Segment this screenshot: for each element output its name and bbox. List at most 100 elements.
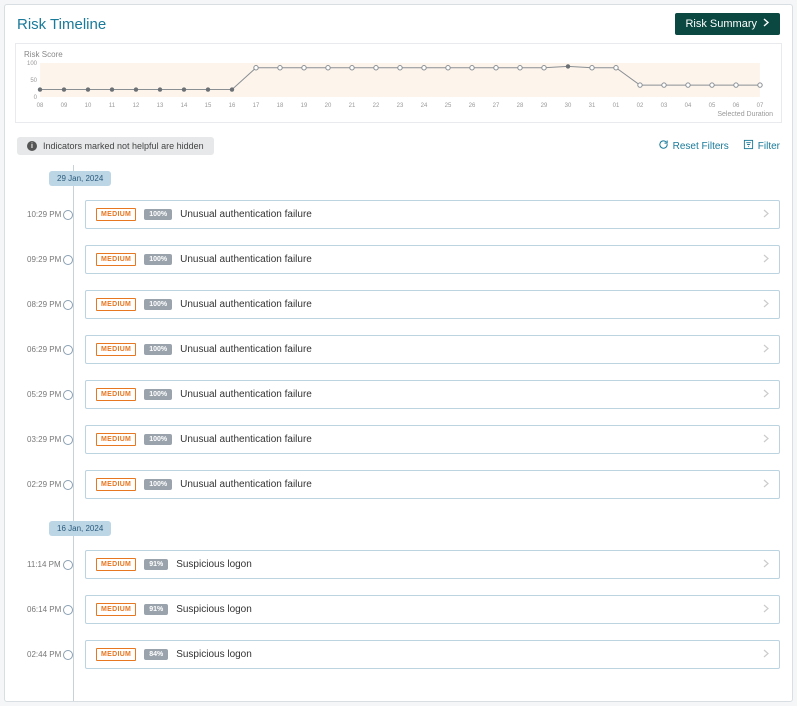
percent-badge: 100% <box>144 209 172 220</box>
svg-text:05: 05 <box>709 103 716 109</box>
event-card[interactable]: MEDIUM 100% Unusual authentication failu… <box>85 425 780 454</box>
percent-badge: 100% <box>144 254 172 265</box>
event-title: Unusual authentication failure <box>180 299 755 310</box>
svg-text:04: 04 <box>685 103 692 109</box>
event-row: 10:29 PM MEDIUM 100% Unusual authenticat… <box>27 200 780 229</box>
reset-filters-button[interactable]: Reset Filters <box>658 139 729 153</box>
chevron-right-icon <box>763 344 769 356</box>
svg-text:23: 23 <box>397 103 404 109</box>
svg-text:0: 0 <box>34 95 38 101</box>
chevron-right-icon <box>763 209 769 221</box>
timeline-dot <box>63 435 73 445</box>
severity-badge: MEDIUM <box>96 433 136 446</box>
page-title: Risk Timeline <box>17 16 106 33</box>
reset-filters-label: Reset Filters <box>673 141 729 152</box>
filter-button[interactable]: Filter <box>743 139 780 153</box>
timeline-dot <box>63 210 73 220</box>
event-card[interactable]: MEDIUM 100% Unusual authentication failu… <box>85 380 780 409</box>
filter-label: Filter <box>758 141 780 152</box>
event-row: 02:29 PM MEDIUM 100% Unusual authenticat… <box>27 470 780 499</box>
svg-text:100: 100 <box>27 61 38 67</box>
event-row: 11:14 PM MEDIUM 91% Suspicious logon <box>27 550 780 579</box>
severity-badge: MEDIUM <box>96 298 136 311</box>
event-title: Unusual authentication failure <box>180 344 755 355</box>
svg-text:11: 11 <box>109 103 116 109</box>
toolbar-actions: Reset Filters Filter <box>658 139 780 153</box>
refresh-icon <box>658 139 669 153</box>
event-card[interactable]: MEDIUM 91% Suspicious logon <box>85 595 780 624</box>
event-card[interactable]: MEDIUM 100% Unusual authentication failu… <box>85 290 780 319</box>
chevron-right-icon <box>763 389 769 401</box>
notice-text: Indicators marked not helpful are hidden <box>43 141 204 151</box>
svg-text:29: 29 <box>541 103 548 109</box>
panel-header: Risk Timeline Risk Summary <box>5 5 792 39</box>
event-card[interactable]: MEDIUM 91% Suspicious logon <box>85 550 780 579</box>
severity-badge: MEDIUM <box>96 478 136 491</box>
percent-badge: 100% <box>144 344 172 355</box>
svg-text:25: 25 <box>445 103 452 109</box>
event-time: 09:29 PM <box>27 255 67 264</box>
event-title: Suspicious logon <box>176 559 755 570</box>
chevron-right-icon <box>763 434 769 446</box>
event-card[interactable]: MEDIUM 100% Unusual authentication failu… <box>85 200 780 229</box>
chevron-right-icon <box>763 479 769 491</box>
svg-text:22: 22 <box>373 103 380 109</box>
event-title: Unusual authentication failure <box>180 479 755 490</box>
event-card[interactable]: MEDIUM 100% Unusual authentication failu… <box>85 245 780 274</box>
svg-text:03: 03 <box>661 103 668 109</box>
chart-caption: Selected Duration <box>24 111 773 118</box>
toolbar: i Indicators marked not helpful are hidd… <box>5 131 792 165</box>
risk-timeline-panel: Risk Timeline Risk Summary Risk Score 05… <box>4 4 793 702</box>
event-card[interactable]: MEDIUM 84% Suspicious logon <box>85 640 780 669</box>
event-row: 06:29 PM MEDIUM 100% Unusual authenticat… <box>27 335 780 364</box>
timeline-dot <box>63 345 73 355</box>
timeline-dot <box>63 560 73 570</box>
timeline-dot <box>63 255 73 265</box>
severity-badge: MEDIUM <box>96 343 136 356</box>
percent-badge: 100% <box>144 299 172 310</box>
event-title: Unusual authentication failure <box>180 434 755 445</box>
timeline-dot <box>63 390 73 400</box>
chevron-right-icon <box>763 18 770 30</box>
event-time: 02:44 PM <box>27 650 67 659</box>
event-time: 10:29 PM <box>27 210 67 219</box>
svg-text:01: 01 <box>613 103 620 109</box>
svg-text:07: 07 <box>757 103 764 109</box>
timeline-dot <box>63 650 73 660</box>
svg-text:14: 14 <box>181 103 188 109</box>
svg-text:02: 02 <box>637 103 644 109</box>
event-title: Unusual authentication failure <box>180 254 755 265</box>
risk-summary-button[interactable]: Risk Summary <box>675 13 780 35</box>
severity-badge: MEDIUM <box>96 603 136 616</box>
svg-text:21: 21 <box>349 103 356 109</box>
event-title: Unusual authentication failure <box>180 389 755 400</box>
event-title: Suspicious logon <box>176 649 755 660</box>
percent-badge: 100% <box>144 389 172 400</box>
svg-text:18: 18 <box>277 103 284 109</box>
event-row: 03:29 PM MEDIUM 100% Unusual authenticat… <box>27 425 780 454</box>
svg-text:06: 06 <box>733 103 740 109</box>
svg-text:31: 31 <box>589 103 596 109</box>
event-row: 09:29 PM MEDIUM 100% Unusual authenticat… <box>27 245 780 274</box>
event-time: 08:29 PM <box>27 300 67 309</box>
event-title: Suspicious logon <box>176 604 755 615</box>
svg-text:16: 16 <box>229 103 236 109</box>
severity-badge: MEDIUM <box>96 253 136 266</box>
chevron-right-icon <box>763 559 769 571</box>
timeline-dot <box>63 605 73 615</box>
event-row: 02:44 PM MEDIUM 84% Suspicious logon <box>27 640 780 669</box>
svg-text:15: 15 <box>205 103 212 109</box>
timeline-dot <box>63 300 73 310</box>
svg-text:27: 27 <box>493 103 500 109</box>
date-chip: 29 Jan, 2024 <box>49 171 111 186</box>
svg-text:09: 09 <box>61 103 68 109</box>
event-time: 06:29 PM <box>27 345 67 354</box>
chart-title: Risk Score <box>24 50 773 59</box>
event-time: 11:14 PM <box>27 560 67 569</box>
chevron-right-icon <box>763 649 769 661</box>
percent-badge: 100% <box>144 479 172 490</box>
percent-badge: 84% <box>144 649 168 660</box>
event-card[interactable]: MEDIUM 100% Unusual authentication failu… <box>85 335 780 364</box>
event-row: 06:14 PM MEDIUM 91% Suspicious logon <box>27 595 780 624</box>
event-card[interactable]: MEDIUM 100% Unusual authentication failu… <box>85 470 780 499</box>
